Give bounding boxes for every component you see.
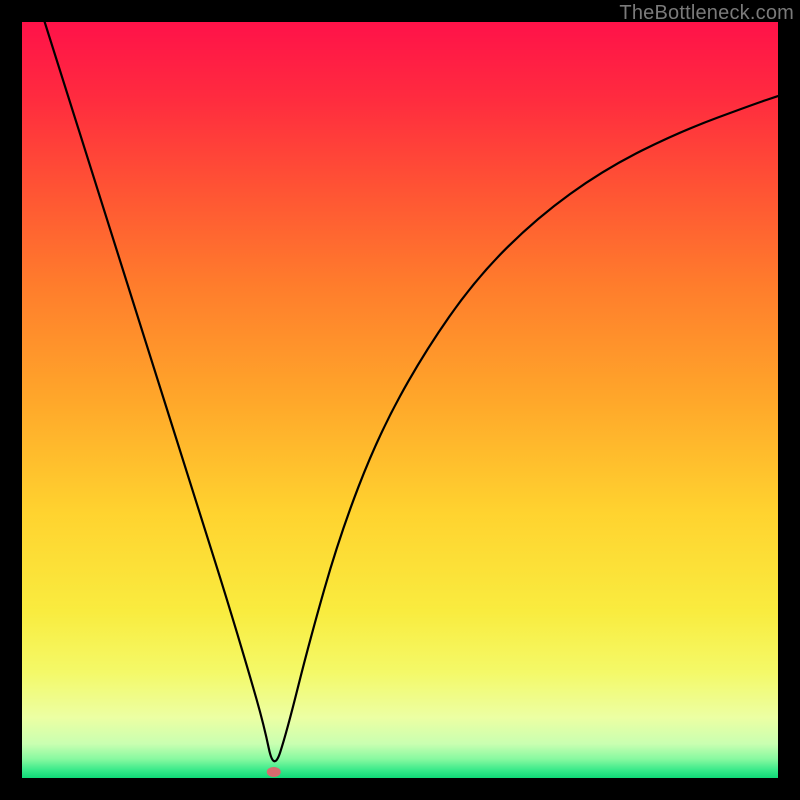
chart-frame (22, 22, 778, 778)
gradient-background (22, 22, 778, 778)
bottleneck-plot (22, 22, 778, 778)
optimum-marker (267, 767, 281, 777)
watermark-text: TheBottleneck.com (619, 2, 794, 25)
